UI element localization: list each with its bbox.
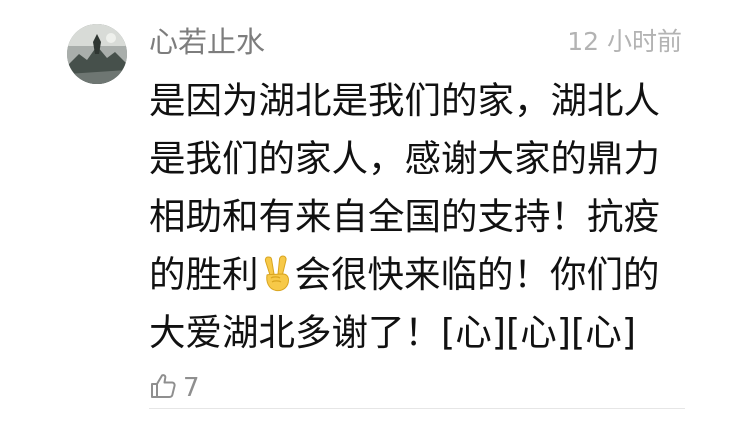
author-name[interactable]: 心若止水 bbox=[149, 22, 265, 62]
avatar-image bbox=[67, 24, 127, 84]
comment-text: 是因为湖北是我们的家，湖北人 是我们的家人，感谢大家的鼎力 相助和有来自全国的支… bbox=[149, 72, 709, 362]
like-button[interactable]: 7 bbox=[149, 371, 200, 405]
timestamp: 12 小时前 bbox=[567, 27, 682, 56]
victory-hand-emoji-icon bbox=[259, 252, 295, 292]
avatar[interactable] bbox=[67, 24, 127, 84]
divider bbox=[149, 408, 685, 409]
thumbs-up-outline-icon bbox=[149, 372, 177, 404]
comment-line-part: 的胜利 bbox=[149, 253, 259, 296]
comment-card: 心若止水 12 小时前 是因为湖北是我们的家，湖北人 是我们的家人，感谢大家的鼎… bbox=[0, 0, 750, 434]
like-count: 7 bbox=[183, 373, 200, 403]
comment-line: 的胜利 会很快来临的！你们的 bbox=[149, 246, 709, 304]
comment-line: 是因为湖北是我们的家，湖北人 bbox=[149, 79, 660, 122]
comment-line: 是我们的家人，感谢大家的鼎力 bbox=[149, 137, 660, 180]
comment-line: 相助和有来自全国的支持！抗疫 bbox=[149, 195, 660, 238]
comment-line: 大爱湖北多谢了！[心][心][心] bbox=[149, 311, 636, 354]
comment-line-part: 会很快来临的！你们的 bbox=[294, 253, 660, 296]
